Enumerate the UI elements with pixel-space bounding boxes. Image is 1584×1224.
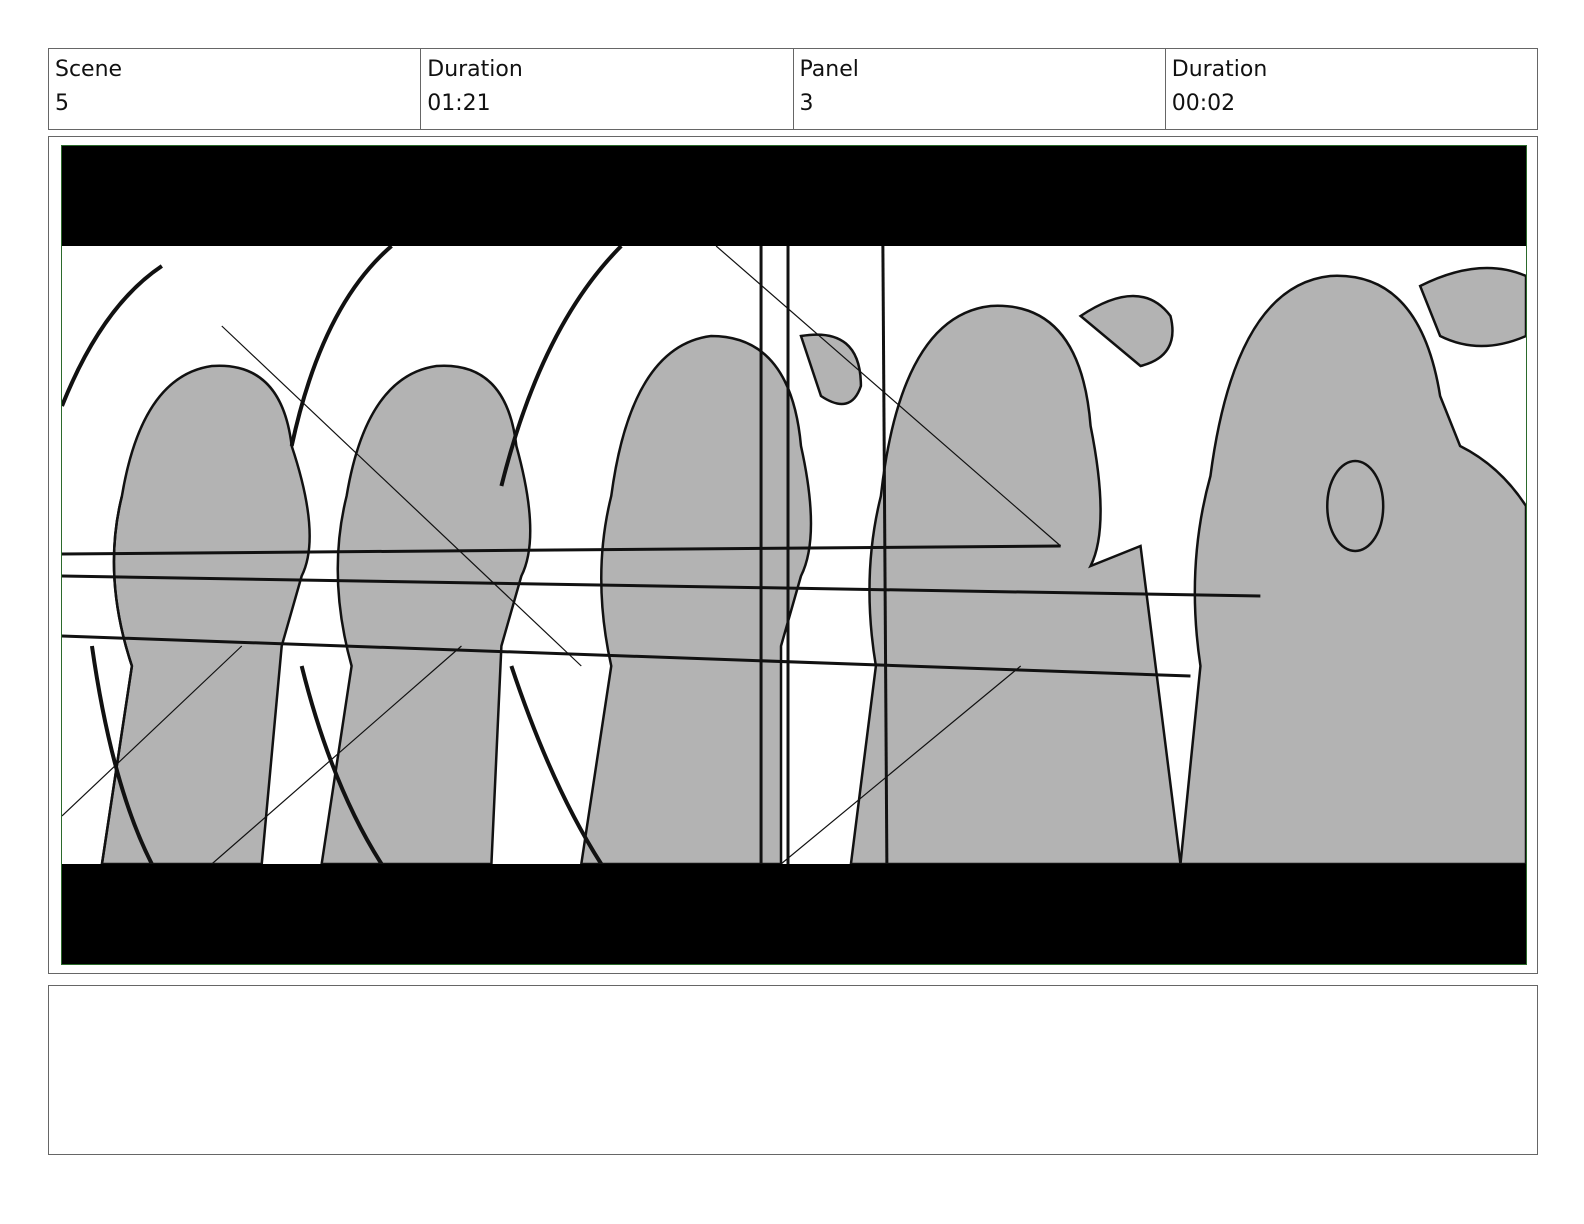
scene-label: Scene [55, 57, 123, 82]
panel-image-area[interactable] [48, 136, 1538, 974]
panel-label: Panel [799, 57, 859, 82]
scene-duration-value[interactable]: 01:21 [427, 89, 786, 119]
panel-header: Scene 5 Duration 01:21 Panel 3 Duration … [48, 48, 1538, 130]
panel-notes[interactable] [48, 985, 1538, 1155]
panel-value[interactable]: 3 [800, 89, 1159, 119]
panel-cell: Panel 3 [794, 49, 1166, 129]
panel-duration-cell: Duration 00:02 [1166, 49, 1537, 129]
scene-value[interactable]: 5 [55, 89, 414, 119]
scene-cell: Scene 5 [49, 49, 422, 129]
scene-duration-cell: Duration 01:21 [421, 49, 794, 129]
letterbox-top [62, 146, 1526, 246]
letterbox-bottom [62, 864, 1526, 964]
panel-duration-label: Duration [1171, 57, 1268, 82]
scene-duration-label: Duration [427, 57, 523, 82]
camera-frame [61, 145, 1527, 965]
storyboard-sketch [62, 246, 1526, 864]
panel-duration-value[interactable]: 00:02 [1172, 89, 1531, 119]
